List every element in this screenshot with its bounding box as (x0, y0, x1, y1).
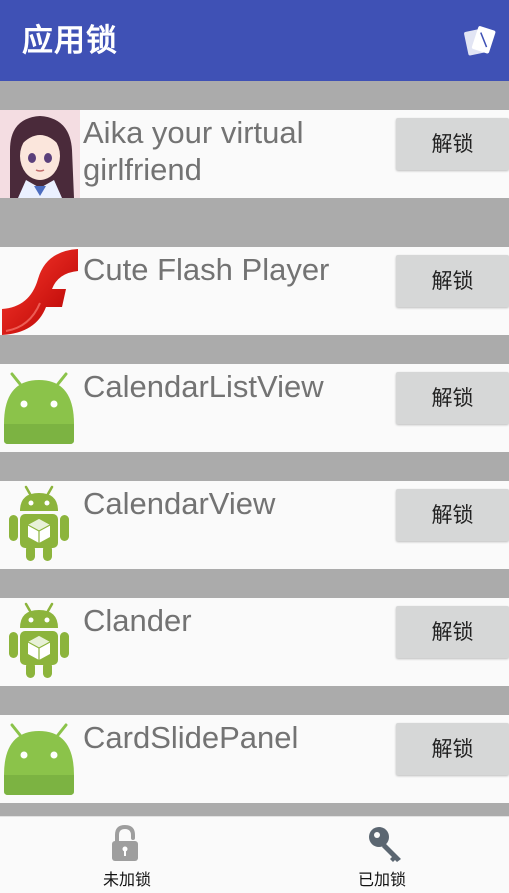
nav-label: 已加锁 (357, 870, 406, 889)
unlock-button[interactable]: 解锁 (396, 606, 509, 658)
app-name[interactable]: CardSlidePanel (83, 719, 383, 756)
android-head-icon (0, 715, 80, 803)
app-name[interactable]: CalendarView (83, 485, 383, 522)
android-head-icon (0, 364, 80, 452)
app-list[interactable]: Aika your virtual girlfriend 解锁 Cute Fla… (0, 81, 509, 816)
list-item[interactable]: CalendarView 解锁 (0, 481, 509, 569)
app-title: 应用锁 (22, 23, 118, 59)
unlock-button[interactable]: 解锁 (396, 489, 509, 541)
app-name[interactable]: Cute Flash Player (83, 251, 383, 288)
padlock-icon (110, 824, 140, 867)
unlock-button[interactable]: 解锁 (396, 118, 509, 170)
list-item[interactable]: Aika your virtual girlfriend 解锁 (0, 110, 509, 198)
unlock-button[interactable]: 解锁 (396, 723, 509, 775)
flash-icon (0, 247, 80, 335)
bottom-nav: 未加锁 已加锁 (0, 816, 509, 893)
cards-icon[interactable] (462, 24, 498, 58)
nav-item-locked[interactable]: 已加锁 (255, 817, 509, 893)
nav-label: 未加锁 (102, 870, 151, 889)
app-bar: 应用锁 (0, 0, 509, 81)
android-robot-icon (0, 481, 80, 569)
app-name[interactable]: Aika your virtual girlfriend (83, 114, 383, 188)
list-item[interactable]: CardSlidePanel 解锁 (0, 715, 509, 803)
nav-item-unlocked[interactable]: 未加锁 (0, 817, 254, 893)
android-robot-icon (0, 598, 80, 686)
unlock-button[interactable]: 解锁 (396, 255, 509, 307)
list-item[interactable]: Cute Flash Player 解锁 (0, 247, 509, 335)
app-name[interactable]: CalendarListView (83, 368, 383, 405)
unlock-button[interactable]: 解锁 (396, 372, 509, 424)
anime-girl-icon (0, 110, 80, 198)
list-item[interactable]: CalendarListView 解锁 (0, 364, 509, 452)
list-item[interactable]: Clander 解锁 (0, 598, 509, 686)
app-name[interactable]: Clander (83, 602, 383, 639)
key-icon (367, 825, 407, 867)
